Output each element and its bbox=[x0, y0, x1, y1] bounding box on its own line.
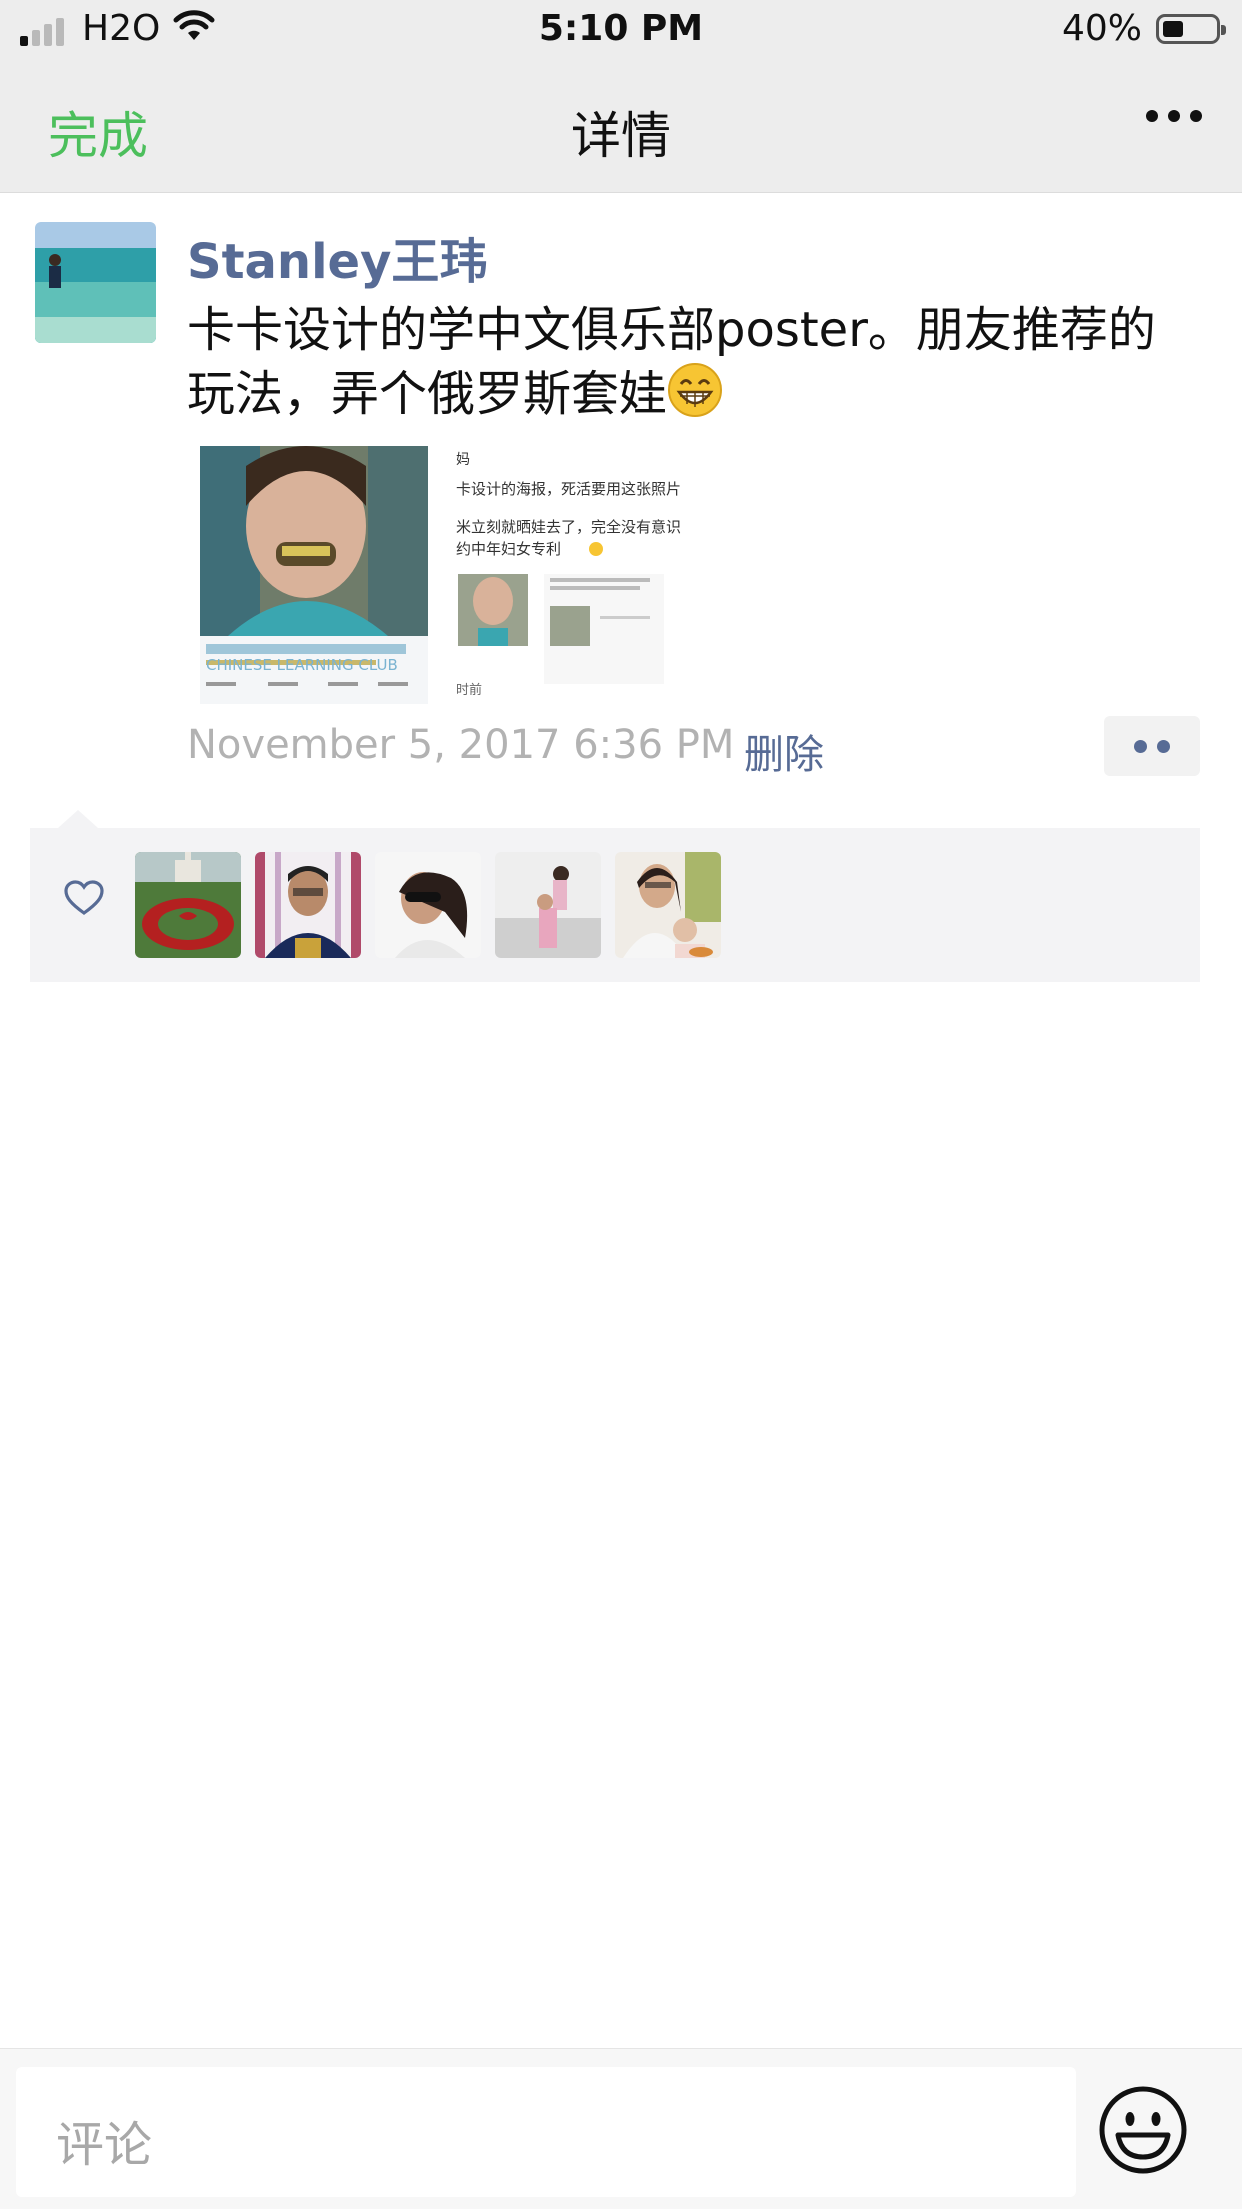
svg-text:妈: 妈 bbox=[456, 452, 470, 468]
heart-outline-icon bbox=[64, 880, 104, 920]
more-dots-icon[interactable] bbox=[1146, 110, 1202, 122]
image-caption-line: 约中年妇女专利 bbox=[456, 540, 561, 558]
battery-icon bbox=[1156, 14, 1226, 44]
page-title: 详情 bbox=[571, 107, 671, 165]
likes-pointer bbox=[58, 810, 98, 828]
comment-placeholder: 评论 bbox=[56, 2117, 153, 2173]
grinning-face-emoji-icon bbox=[667, 362, 723, 434]
image-caption-line: 时前 bbox=[456, 682, 482, 698]
like-avatar[interactable] bbox=[495, 852, 601, 958]
battery-percent: 40% bbox=[1061, 8, 1142, 49]
nav-bar: 完成 详情 bbox=[0, 60, 1242, 193]
post-image[interactable]: 妈 卡设计的海报，死活要用这张照片 米立刻就晒娃去了，完全没有意识 约中年妇女专… bbox=[188, 446, 720, 704]
clock: 5:10 PM bbox=[538, 8, 704, 49]
delete-button[interactable]: 删除 bbox=[744, 722, 824, 780]
like-avatar[interactable] bbox=[135, 852, 241, 958]
smiley-icon[interactable] bbox=[1098, 2085, 1188, 2179]
likes-panel bbox=[30, 828, 1200, 982]
post-text: 卡卡设计的学中文俱乐部poster。朋友推荐的玩法，弄个俄罗斯套娃 bbox=[187, 298, 1197, 434]
comment-like-menu-button[interactable] bbox=[1104, 716, 1200, 776]
comment-bar: 评论 bbox=[0, 2048, 1242, 2209]
like-avatar[interactable] bbox=[255, 852, 361, 958]
image-caption-line: CHINESE LEARNING CLUB bbox=[206, 656, 398, 674]
username-link[interactable]: Stanley王玮 bbox=[187, 222, 487, 292]
avatar[interactable] bbox=[35, 222, 156, 343]
image-caption-line: 卡设计的海报，死活要用这张照片 bbox=[456, 480, 681, 498]
like-avatar[interactable] bbox=[615, 852, 721, 958]
post-timestamp: November 5, 2017 6:36 PM bbox=[187, 722, 735, 768]
status-bar: H2O 5:10 PM 40% bbox=[0, 0, 1242, 60]
comment-input[interactable]: 评论 bbox=[16, 2067, 1076, 2197]
like-avatar[interactable] bbox=[375, 852, 481, 958]
image-caption-line: 米立刻就晒娃去了，完全没有意识 bbox=[456, 518, 681, 536]
